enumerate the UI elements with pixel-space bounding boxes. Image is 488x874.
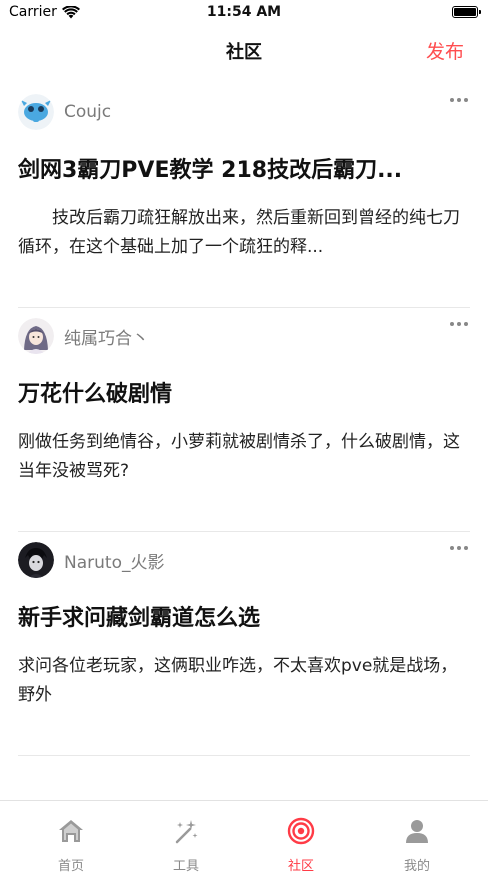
nav-bar: 社区 发布 — [0, 26, 488, 76]
author-name[interactable]: Coujc — [64, 102, 111, 122]
tab-label: 工具 — [172, 859, 199, 874]
post-header: Naruto_火影 — [18, 542, 164, 578]
tab-bar: 首页 工具 社区 我的 — [0, 800, 488, 874]
tab-label: 我的 — [403, 859, 430, 874]
post-header: 纯属巧合丶 — [18, 318, 149, 354]
status-bar: Carrier 11:54 AM — [0, 0, 488, 26]
more-options-icon[interactable] — [450, 98, 468, 102]
avatar[interactable] — [18, 318, 54, 354]
post-excerpt[interactable]: 技改后霸刀疏狂解放出来，然后重新回到曾经的纯七刀循环，在这个基础上加了一个疏狂的… — [18, 204, 470, 262]
post-title[interactable]: 剑网3霸刀PVE教学 218技改后霸刀... — [18, 152, 470, 184]
tab-tools[interactable]: 工具 — [146, 801, 226, 874]
tab-community[interactable]: 社区 — [261, 801, 341, 874]
post-header: Coujc — [18, 94, 111, 130]
post-title[interactable]: 万花什么破剧情 — [18, 376, 470, 408]
tab-home[interactable]: 首页 — [31, 801, 111, 874]
tab-profile[interactable]: 我的 — [377, 801, 457, 874]
author-name[interactable]: Naruto_火影 — [64, 548, 164, 573]
target-icon — [287, 817, 315, 845]
publish-button[interactable]: 发布 — [426, 37, 464, 64]
author-name[interactable]: 纯属巧合丶 — [64, 324, 149, 349]
page-title: 社区 — [226, 42, 262, 63]
status-time: 11:54 AM — [206, 4, 282, 20]
post-card[interactable]: Naruto_火影 新手求问藏剑霸道怎么选 求问各位老玩家，这俩职业咋选，不太喜… — [18, 532, 470, 756]
home-icon — [59, 820, 83, 842]
avatar[interactable] — [18, 542, 54, 578]
more-options-icon[interactable] — [450, 546, 468, 550]
person-icon — [406, 820, 428, 843]
tab-label: 社区 — [287, 859, 314, 874]
post-title[interactable]: 新手求问藏剑霸道怎么选 — [18, 600, 470, 632]
magic-wand-icon — [175, 820, 198, 844]
tab-label: 首页 — [57, 859, 84, 874]
post-card[interactable]: 纯属巧合丶 万花什么破剧情 刚做任务到绝情谷，小萝莉就被剧情杀了，什么破剧情，这… — [18, 308, 470, 532]
more-options-icon[interactable] — [450, 322, 468, 326]
post-feed: Coujc 剑网3霸刀PVE教学 218技改后霸刀... 技改后霸刀疏狂解放出来… — [18, 84, 470, 756]
post-card[interactable]: Coujc 剑网3霸刀PVE教学 218技改后霸刀... 技改后霸刀疏狂解放出来… — [18, 84, 470, 308]
avatar[interactable] — [18, 94, 54, 130]
battery-icon — [452, 6, 481, 18]
post-excerpt[interactable]: 刚做任务到绝情谷，小萝莉就被剧情杀了，什么破剧情，这当年没被骂死? — [18, 428, 470, 486]
post-excerpt[interactable]: 求问各位老玩家，这俩职业咋选，不太喜欢pve就是战场，野外 — [18, 652, 470, 710]
